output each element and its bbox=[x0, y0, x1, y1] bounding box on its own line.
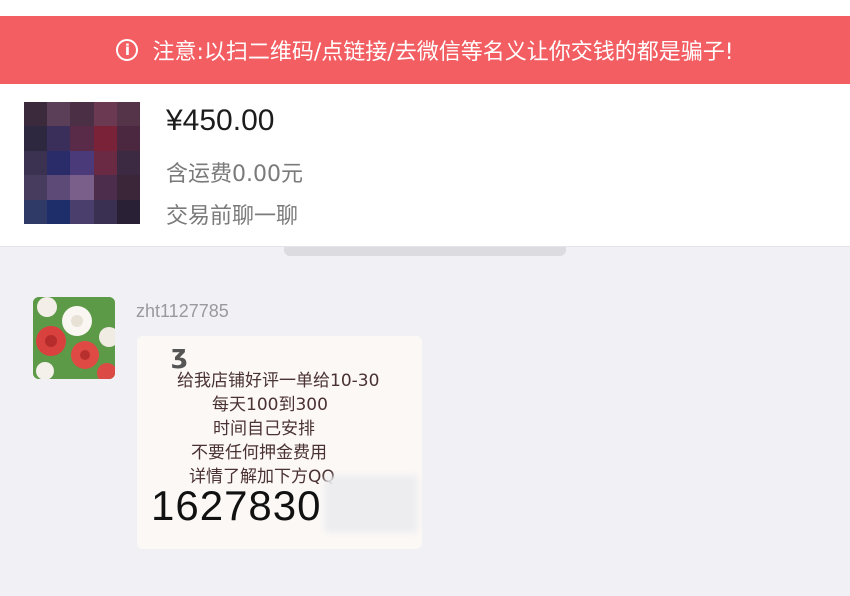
chat-before-trade-hint: 交易前聊一聊 bbox=[166, 204, 299, 229]
product-thumbnail[interactable] bbox=[24, 102, 140, 224]
ad-line: 每天100到300 bbox=[212, 395, 328, 415]
ad-qq-number: 1627830 bbox=[151, 482, 322, 529]
top-spacer bbox=[0, 0, 850, 16]
scam-ad-image[interactable]: ʒ 给我店铺好评一单给10-30 每天100到300 时间自己安排 不要任何押金… bbox=[137, 336, 422, 549]
ad-line: 不要任何押金费用 bbox=[191, 443, 327, 463]
message-bubble[interactable]: ʒ 给我店铺好评一单给10-30 每天100到300 时间自己安排 不要任何押金… bbox=[137, 336, 422, 549]
ad-line: 时间自己安排 bbox=[213, 419, 315, 439]
product-card[interactable]: ¥450.00 含运费0.00元 交易前聊一聊 bbox=[0, 84, 850, 247]
avatar-roses-image bbox=[33, 297, 115, 379]
scam-warning-banner: i 注意:以扫二维码/点链接/去微信等名义让你交钱的都是骗子! bbox=[0, 16, 850, 84]
avatar[interactable] bbox=[33, 297, 115, 379]
product-price: ¥450.00 bbox=[166, 104, 275, 137]
warning-text: 注意:以扫二维码/点链接/去微信等名义让你交钱的都是骗子! bbox=[152, 40, 734, 65]
sender-username: zht1127785 bbox=[136, 301, 229, 321]
shipping-fee: 含运费0.00元 bbox=[166, 162, 303, 187]
blur-overlay bbox=[325, 476, 417, 532]
timestamp-pill bbox=[284, 247, 566, 256]
info-icon: i bbox=[116, 39, 139, 61]
ad-line: 给我店铺好评一单给10-30 bbox=[177, 371, 380, 391]
